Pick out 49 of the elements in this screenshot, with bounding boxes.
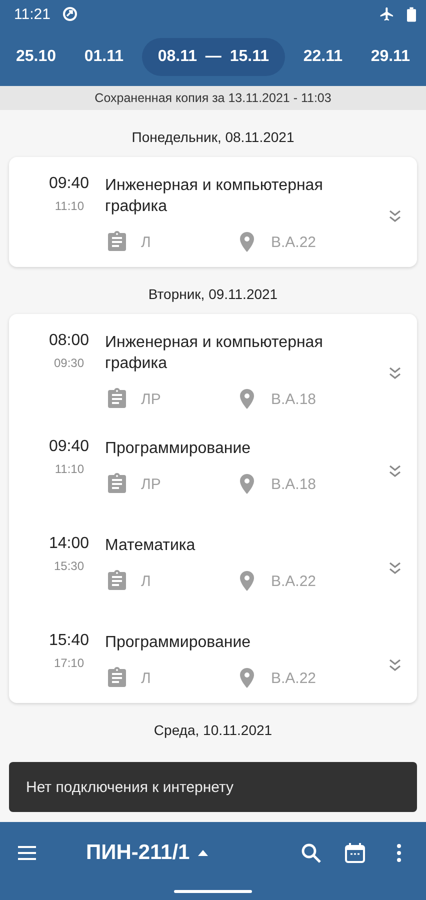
search-icon — [299, 841, 323, 865]
status-time: 11:21 — [14, 6, 50, 22]
end-time: 11:10 — [54, 461, 85, 476]
week-tab[interactable]: 25.10 — [6, 38, 66, 76]
start-time: 09:40 — [48, 437, 90, 456]
start-time: 15:40 — [48, 631, 90, 650]
week-tab[interactable]: 29.11 — [360, 38, 420, 76]
clipboard-icon — [105, 569, 129, 593]
day-header: Среда, 10.11.2021 — [152, 721, 274, 740]
clipboard-icon — [105, 666, 129, 690]
lesson-title: Программирование — [105, 439, 252, 459]
start-time: 09:40 — [48, 174, 90, 193]
end-time: 11:10 — [54, 198, 85, 213]
snackbar-message: Нет подключения к интернету — [26, 778, 234, 796]
lesson-title: Инженерная и компьютерная графика — [105, 176, 324, 217]
day-header: Понедельник, 08.11.2021 — [130, 128, 296, 147]
room-label: В.А.18 — [271, 390, 316, 408]
lesson-type: Л — [141, 234, 152, 250]
day-header: Вторник, 09.11.2021 — [147, 285, 279, 304]
clipboard-icon — [105, 472, 129, 496]
room-label: В.А.22 — [271, 234, 316, 250]
saved-copy-notice: Сохраненная копия за 13.11.2021 - 11:03 — [94, 91, 332, 105]
sync-icon — [62, 6, 78, 22]
week-tab[interactable]: 01.11 — [74, 38, 134, 76]
clipboard-icon — [105, 230, 129, 254]
lesson-title: Программирование — [105, 633, 252, 653]
week-tab[interactable]: 22.11 — [293, 38, 352, 76]
week-tab[interactable]: 08.11 — 15.11 — [142, 38, 286, 76]
end-time: 15:30 — [54, 558, 85, 573]
lesson-type: ЛР — [141, 476, 162, 492]
start-time: 14:00 — [48, 534, 90, 553]
room-label: В.А.22 — [271, 572, 316, 590]
room-label: В.А.22 — [271, 670, 316, 686]
start-time: 08:00 — [48, 331, 90, 350]
end-time: 17:10 — [54, 655, 85, 670]
lesson-type: Л — [141, 572, 152, 590]
lesson-type: Л — [141, 670, 152, 686]
battery-icon — [407, 6, 416, 22]
lesson-type: ЛР — [141, 390, 162, 408]
calendar-icon — [343, 841, 367, 865]
end-time: 09:30 — [54, 355, 85, 370]
lesson-title: Математика — [105, 536, 196, 556]
clipboard-icon — [105, 387, 129, 411]
more-options-icon — [397, 844, 401, 862]
airplane-icon — [379, 6, 395, 22]
room-label: В.А.18 — [271, 476, 316, 492]
lesson-title: Инженерная и компьютерная графика — [105, 333, 324, 374]
caret-up-icon — [198, 850, 208, 856]
group-selector[interactable]: ПИН-211/1 — [80, 840, 214, 866]
